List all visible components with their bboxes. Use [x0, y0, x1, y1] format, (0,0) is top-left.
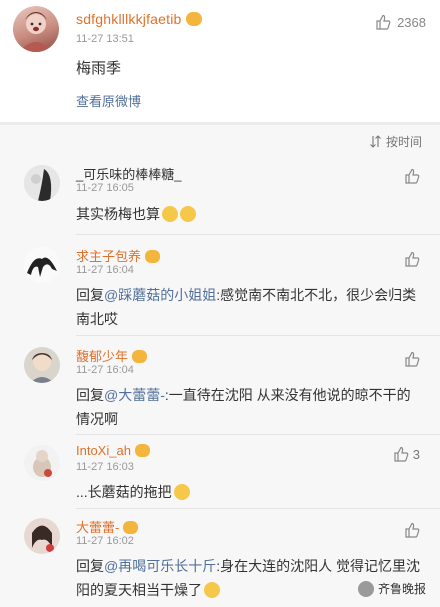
thumbs-up-icon — [405, 522, 420, 538]
comment-like-button[interactable] — [404, 251, 420, 267]
comment-avatar[interactable] — [24, 518, 60, 554]
comment-like-count: 3 — [412, 446, 420, 462]
post-avatar[interactable] — [13, 6, 59, 52]
comment-time: 11-27 16:04 — [76, 364, 134, 376]
thumbs-up-icon — [394, 446, 409, 462]
comment-avatar[interactable] — [24, 247, 60, 283]
comment-divider — [76, 234, 440, 235]
comment-divider — [76, 508, 440, 509]
comment-item: 求主子包养 11-27 16:04 回复@踩蘑菇的小姐姐:感觉南不南北不北，很少… — [0, 243, 440, 337]
watermark-text: 齐鲁晚报 — [377, 582, 426, 596]
vip-badge-icon — [132, 350, 148, 363]
comment-time: 11-27 16:03 — [76, 461, 134, 473]
comment-like-button[interactable]: 3 — [393, 446, 420, 462]
mention-link[interactable]: @踩蘑菇的小姐姐 — [104, 287, 216, 303]
reply-prefix: 回复 — [76, 558, 104, 574]
laugh-emoji-icon — [204, 582, 220, 598]
sort-by-time-button[interactable]: 按时间 — [369, 133, 422, 150]
thumbs-up-icon — [376, 14, 391, 30]
comment-time: 11-27 16:04 — [76, 264, 134, 276]
mention-link[interactable]: @大蕾蕾- — [104, 387, 165, 403]
laugh-emoji-icon — [162, 206, 178, 222]
comment-username-text[interactable]: 大蕾蕾- — [76, 520, 119, 535]
comment-username[interactable]: 馥郁少年 — [76, 346, 148, 365]
comment-avatar[interactable] — [24, 165, 60, 201]
comment-time: 11-27 16:05 — [76, 182, 134, 194]
comment-text: ...长蘑菇的拖把 — [76, 480, 421, 504]
watermark-logo-icon — [357, 580, 374, 597]
vip-badge-icon — [185, 12, 202, 26]
vip-badge-icon — [134, 444, 150, 457]
post-like-count: 2368 — [397, 14, 426, 30]
vip-badge-icon — [145, 250, 161, 263]
comment-text: 回复@踩蘑菇的小姐姐:感觉南不南北不北，很少会归类南北哎 — [76, 283, 421, 331]
comment-text-body: 其实杨梅也算 — [76, 206, 160, 222]
view-original-link[interactable]: 查看原微博 — [76, 91, 141, 110]
comment-username[interactable]: _可乐味的棒棒糖_ — [76, 164, 181, 183]
comment-username-text[interactable]: IntoXi_ah — [76, 443, 131, 458]
comment-like-button[interactable] — [404, 522, 420, 538]
comment-text-body: ...长蘑菇的拖把 — [76, 484, 172, 500]
sort-label: 按时间 — [385, 135, 422, 149]
comment-divider — [76, 335, 440, 336]
mention-link[interactable]: @再喝可乐长十斤 — [104, 558, 216, 574]
comment-text: 其实杨梅也算 — [76, 202, 421, 226]
vip-badge-icon — [123, 521, 139, 534]
post-content: 梅雨季 — [76, 60, 122, 77]
post-time: 11-27 13:51 — [76, 33, 134, 45]
post-username[interactable]: sdfghklllkkjfaetib — [76, 11, 202, 27]
comment-avatar[interactable] — [24, 445, 60, 481]
reply-prefix: 回复 — [76, 387, 104, 403]
laugh-emoji-icon — [180, 206, 196, 222]
comment-time: 11-27 16:02 — [76, 535, 134, 547]
comment-username-text[interactable]: 求主子包养 — [76, 249, 141, 264]
comments-section: 按时间 _可乐味的棒棒糖_ 11-27 16:05 其实杨梅也算 求主子包养 1… — [0, 125, 440, 607]
comment-text: 回复@大蕾蕾-:一直待在沈阳 从来没有他说的晾不干的情况啊 — [76, 383, 421, 431]
comment-username[interactable]: 大蕾蕾- — [76, 517, 139, 536]
comment-divider — [76, 434, 440, 435]
grin-emoji-icon — [173, 484, 190, 500]
comment-username-text[interactable]: 馥郁少年 — [76, 349, 128, 364]
comment-like-button[interactable] — [404, 351, 420, 367]
sort-icon — [370, 135, 381, 148]
thumbs-up-icon — [405, 251, 420, 267]
comment-item: 馥郁少年 11-27 16:04 回复@大蕾蕾-:一直待在沈阳 从来没有他说的晾… — [0, 343, 440, 437]
comment-like-button[interactable] — [404, 168, 420, 184]
post-username-text[interactable]: sdfghklllkkjfaetib — [76, 11, 182, 27]
thumbs-up-icon — [405, 168, 420, 184]
comment-item: IntoXi_ah 11-27 16:03 ...长蘑菇的拖把 3 — [0, 440, 440, 510]
thumbs-up-icon — [405, 351, 420, 367]
comment-username[interactable]: IntoXi_ah — [76, 443, 150, 458]
comment-avatar[interactable] — [24, 347, 60, 383]
post-like-button[interactable]: 2368 — [375, 14, 426, 30]
comment-username[interactable]: 求主子包养 — [76, 246, 161, 265]
reply-prefix: 回复 — [76, 287, 104, 303]
comment-item: _可乐味的棒棒糖_ 11-27 16:05 其实杨梅也算 — [0, 160, 440, 230]
watermark: 齐鲁晚报 — [357, 580, 426, 597]
post-card: sdfghklllkkjfaetib 11-27 13:51 梅雨季 查看原微博… — [0, 0, 440, 122]
